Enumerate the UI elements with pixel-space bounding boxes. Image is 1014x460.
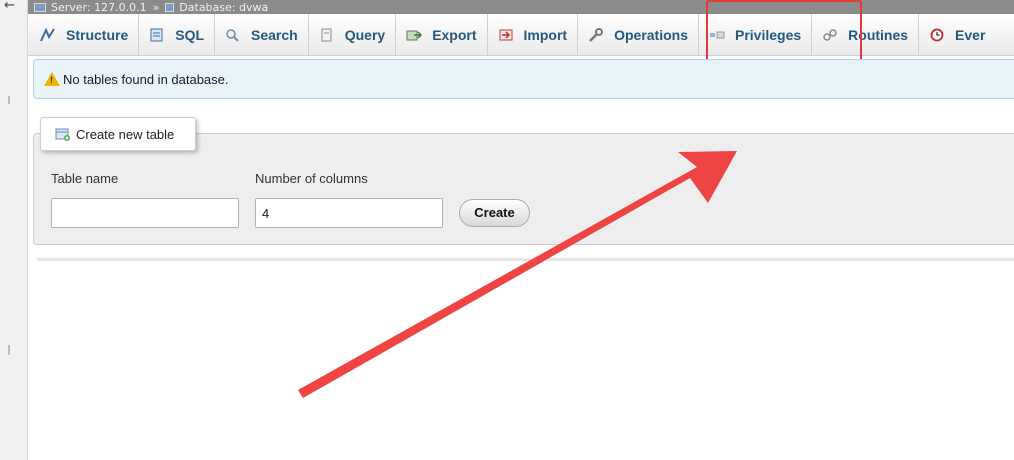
tab-search-label: Search: [251, 26, 298, 43]
database-icon: [165, 2, 175, 12]
tab-query[interactable]: Query: [309, 14, 397, 55]
breadcrumb-separator: »: [152, 0, 160, 14]
columns-label: Number of columns: [255, 171, 368, 186]
breadcrumb-database[interactable]: Database: dvwa: [165, 1, 268, 14]
breadcrumb-server-label[interactable]: Server: 127.0.0.1: [51, 1, 147, 14]
warning-icon: [44, 72, 60, 86]
tab-operations-label: Operations: [614, 26, 688, 43]
breadcrumb: ← Server: 127.0.0.1 » Database: dvwa: [4, 0, 1014, 14]
tab-export-label: Export: [432, 26, 477, 43]
legend-label: Create new table: [76, 126, 175, 142]
tab-sql-label: SQL: [175, 26, 205, 43]
new-table-icon: [55, 127, 71, 141]
create-table-legend: Create new table: [40, 117, 196, 151]
tab-import-label: Import: [523, 26, 568, 43]
table-name-label: Table name: [51, 171, 119, 186]
tab-events[interactable]: Ever: [919, 14, 995, 55]
structure-icon: [40, 27, 56, 42]
sql-icon: [149, 28, 165, 42]
tab-bar: Structure SQL Search Query Export Import: [28, 14, 1014, 56]
breadcrumb-server[interactable]: Server: 127.0.0.1: [34, 1, 147, 14]
tab-export[interactable]: Export: [396, 14, 488, 55]
tab-structure[interactable]: Structure: [28, 14, 140, 55]
query-icon: [319, 28, 335, 42]
import-icon: [498, 28, 514, 42]
no-tables-notice: No tables found in database.: [33, 59, 1014, 99]
left-panel-strip: [0, 0, 28, 460]
wrench-icon: [588, 27, 604, 42]
tab-query-label: Query: [344, 26, 386, 43]
tab-import[interactable]: Import: [488, 14, 579, 55]
events-icon: [929, 28, 945, 42]
tab-events-label: Ever: [955, 26, 986, 43]
back-arrow-icon[interactable]: ←: [4, 0, 15, 12]
tab-operations[interactable]: Operations: [578, 14, 699, 55]
panel-mark: [8, 345, 10, 355]
section-divider: [37, 258, 1014, 261]
table-name-input[interactable]: [51, 198, 239, 228]
create-button[interactable]: Create: [459, 199, 530, 227]
notice-text: No tables found in database.: [63, 71, 229, 87]
export-icon: [406, 28, 423, 42]
breadcrumb-database-label[interactable]: Database: dvwa: [179, 1, 268, 14]
tab-search[interactable]: Search: [215, 14, 309, 55]
tab-structure-label: Structure: [66, 26, 129, 43]
server-icon: [34, 2, 46, 12]
panel-mark: [8, 96, 10, 104]
tab-sql[interactable]: SQL: [139, 14, 216, 55]
search-icon: [225, 28, 241, 42]
columns-input[interactable]: [255, 198, 443, 228]
